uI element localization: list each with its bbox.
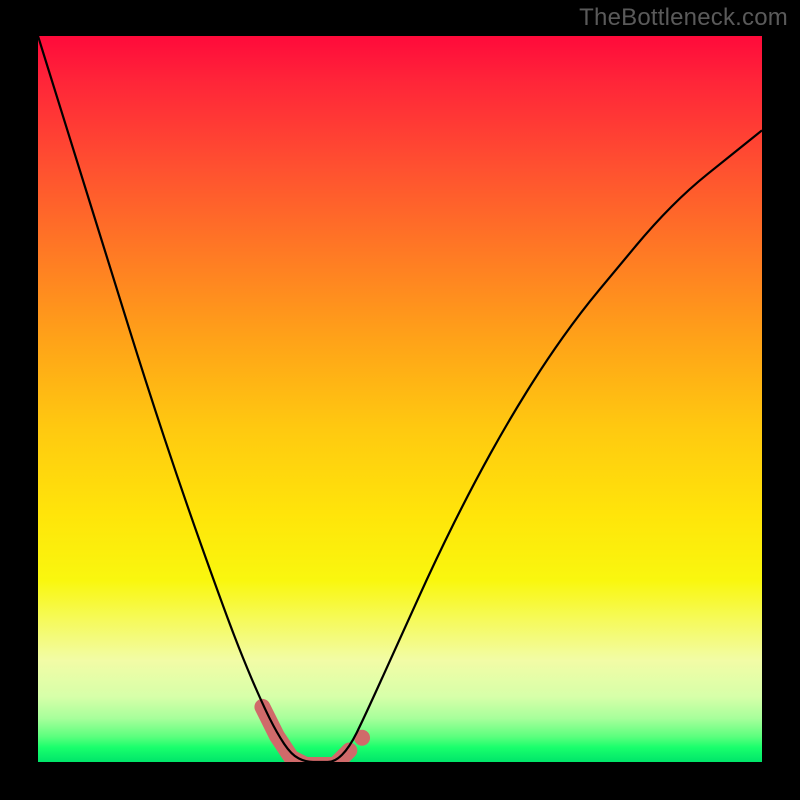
chart-frame: TheBottleneck.com	[0, 0, 800, 800]
plot-area	[38, 36, 762, 762]
optimal-range-highlight	[262, 707, 349, 762]
watermark-text: TheBottleneck.com	[579, 4, 788, 32]
bottleneck-curve	[38, 36, 762, 762]
bottleneck-curve-svg	[38, 36, 762, 762]
